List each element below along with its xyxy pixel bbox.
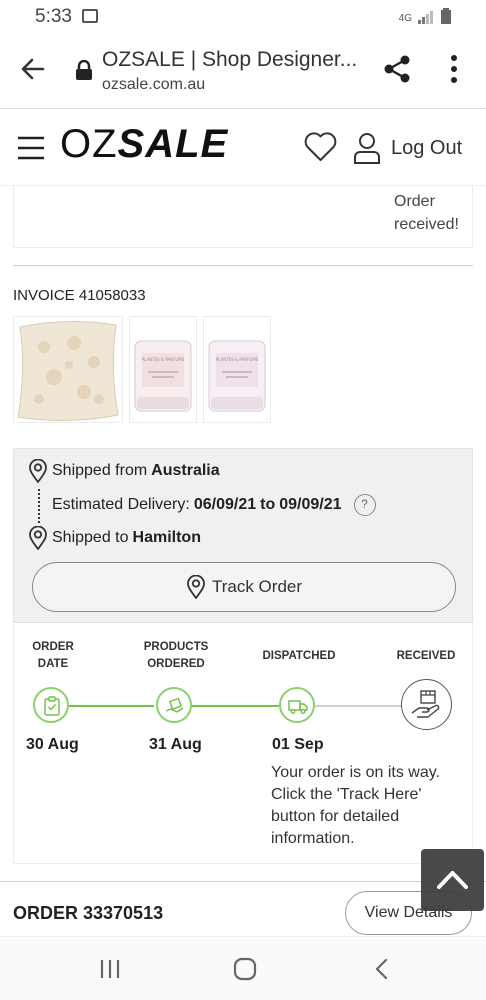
- candle-thumbnail[interactable]: PLANTES & PARFUMS: [129, 316, 197, 423]
- cushion-thumbnail[interactable]: [13, 316, 123, 423]
- shipped-to-value: Hamilton: [132, 529, 201, 546]
- received-step: [401, 679, 452, 730]
- products-ordered-date: 31 Aug: [149, 736, 202, 753]
- page-title: OZSALE | Shop Designer...: [102, 48, 358, 71]
- step-label-received: RECEIVED: [388, 648, 464, 665]
- clipboard-check-icon: [44, 696, 60, 716]
- step-label-products-ordered: PRODUCTS ORDERED: [132, 639, 220, 673]
- step-label-line: DISPATCHED: [262, 650, 336, 662]
- products-ordered-step: [156, 687, 192, 723]
- scroll-to-top-button[interactable]: [421, 849, 484, 911]
- share-icon[interactable]: [382, 54, 412, 84]
- more-options-icon[interactable]: [442, 52, 466, 86]
- shipped-from-value: Australia: [151, 462, 220, 479]
- step-label-dispatched: DISPATCHED: [254, 648, 344, 665]
- logo-sale: SALE: [117, 122, 229, 166]
- track-order-label: Track Order: [211, 577, 303, 596]
- estimated-delivery-row: Estimated Delivery: 06/09/21 to 09/09/21…: [52, 494, 376, 516]
- battery-icon: [441, 8, 451, 24]
- route-dotted-line: [38, 489, 40, 523]
- delivery-end-date: 09/09/21: [279, 496, 342, 513]
- step-label-line: ORDERED: [147, 658, 205, 670]
- box-hand-icon: [165, 697, 184, 713]
- step-label-line: RECEIVED: [396, 650, 456, 662]
- shipped-from-label: Shipped from: [52, 462, 148, 479]
- progress-line-complete: [192, 705, 279, 707]
- logout-link[interactable]: Log Out: [391, 137, 462, 160]
- order-date-value: 30 Aug: [26, 736, 79, 753]
- location-pin-icon: [29, 526, 47, 550]
- order-received-status: Order received!: [394, 193, 459, 233]
- dispatched-date: 01 Sep: [272, 736, 324, 753]
- chevron-up-icon: [437, 871, 468, 889]
- shipping-info: Shipped from Australia Estimated Deliver…: [13, 448, 473, 623]
- divider: [0, 881, 486, 882]
- delivery-start-date: 06/09/21: [193, 496, 257, 513]
- help-icon[interactable]: ?: [353, 494, 376, 516]
- site-header: OZSALE Log Out: [0, 110, 486, 186]
- step-label-line: DATE: [37, 658, 69, 670]
- step-label-line: PRODUCTS: [143, 641, 209, 653]
- location-pin-icon: [29, 459, 47, 483]
- step-label-order-date: ORDER DATE: [22, 639, 84, 673]
- candle-thumbnail[interactable]: PLANTES & PARFUMS: [203, 316, 271, 423]
- signal-icon: [418, 11, 433, 24]
- ozsale-logo[interactable]: OZSALE: [60, 122, 228, 167]
- back-icon[interactable]: [368, 955, 396, 983]
- user-icon[interactable]: [353, 132, 381, 164]
- divider: [13, 265, 473, 266]
- progress-line-pending: [315, 705, 402, 707]
- package-hand-icon: [411, 690, 440, 718]
- dispatched-step: [279, 687, 315, 723]
- shipped-to-row: Shipped to Hamilton: [28, 526, 201, 550]
- tracking-description: Your order is on its way. Click the 'Tra…: [271, 764, 440, 847]
- shipped-from-row: Shipped from Australia: [28, 459, 220, 483]
- back-arrow-icon[interactable]: [18, 54, 48, 84]
- system-navigation-bar: [0, 936, 486, 1000]
- network-type: 4G: [398, 13, 412, 24]
- page-url[interactable]: ozsale.com.au: [102, 76, 205, 94]
- previous-order-card: Order received!: [13, 186, 473, 248]
- candle-label-text: PLANTES & PARFUMS: [142, 357, 185, 362]
- menu-icon[interactable]: [17, 134, 45, 162]
- estimated-delivery-label: Estimated Delivery:: [52, 496, 190, 513]
- status-indicators: 4G: [399, 8, 452, 24]
- location-pin-icon: [187, 575, 205, 599]
- image-notification-icon: [82, 9, 98, 23]
- invoice-thumbnails: PLANTES & PARFUMS PLANTES & PARFUMS: [13, 316, 271, 423]
- delivery-truck-icon: [288, 700, 308, 714]
- lock-icon: [76, 60, 92, 80]
- wishlist-heart-icon[interactable]: [304, 132, 337, 162]
- track-order-button[interactable]: Track Order: [32, 562, 456, 612]
- browser-address-bar: OZSALE | Shop Designer... ozsale.com.au: [0, 34, 486, 109]
- progress-line-complete: [69, 705, 154, 707]
- order-number: ORDER 33370513: [13, 903, 164, 923]
- logo-oz: OZ: [60, 122, 118, 166]
- step-label-line: ORDER: [32, 641, 74, 653]
- recent-apps-icon[interactable]: [96, 955, 124, 983]
- invoice-number: INVOICE 41058033: [13, 287, 146, 304]
- order-date-step: [33, 687, 69, 723]
- candle-label-text: PLANTES & PARFUMS: [216, 357, 259, 362]
- home-icon[interactable]: [231, 955, 259, 983]
- order-progress-tracker: ORDER DATE PRODUCTS ORDERED DISPATCHED R…: [13, 624, 473, 864]
- shipped-to-label: Shipped to: [52, 529, 129, 546]
- status-time: 5:33: [35, 6, 72, 27]
- delivery-to: to: [260, 496, 276, 513]
- status-bar: 5:33 4G: [0, 0, 486, 34]
